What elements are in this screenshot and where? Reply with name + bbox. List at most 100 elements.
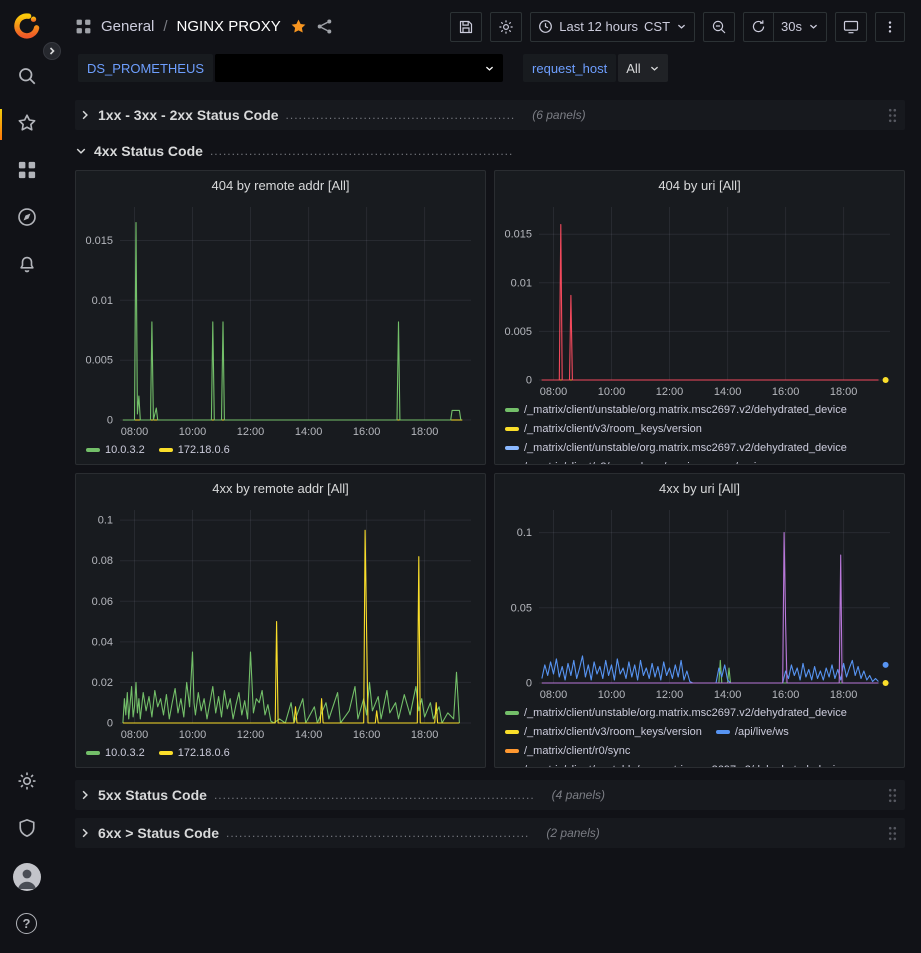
svg-text:12:00: 12:00 xyxy=(237,426,265,438)
legend-label: /_matrix/client/unstable/org.matrix.msc2… xyxy=(524,707,847,719)
legend-item[interactable]: 10.0.3.2 xyxy=(86,745,145,761)
row-panel-count: (2 panels) xyxy=(546,826,599,840)
timeseries-chart[interactable]: 00.0050.010.01508:0010:0012:0014:0016:00… xyxy=(495,199,904,400)
help-icon: ? xyxy=(16,913,37,934)
chart-svg: 00.0050.010.01508:0010:0012:0014:0016:00… xyxy=(76,199,485,440)
legend-item[interactable]: /api/live/ws xyxy=(716,724,789,740)
sidebar-item-dashboards[interactable] xyxy=(0,148,53,195)
chevron-right-icon xyxy=(48,47,56,55)
timeseries-chart[interactable]: 00.050.108:0010:0012:0014:0016:0018:00 xyxy=(495,502,904,703)
svg-text:14:00: 14:00 xyxy=(295,426,323,438)
datasource-select[interactable] xyxy=(215,54,503,82)
row-drag-handle[interactable] xyxy=(888,108,897,123)
tv-mode-button[interactable] xyxy=(835,12,867,42)
sidebar-item-alerting[interactable] xyxy=(0,242,53,289)
refresh-interval-picker[interactable]: 30s xyxy=(774,12,827,42)
chevron-down-icon xyxy=(808,21,819,32)
legend-label: /_matrix/client/r0/sync xyxy=(524,745,630,757)
breadcrumb-separator: / xyxy=(163,18,167,35)
more-options-button[interactable] xyxy=(875,12,905,42)
legend-label: /_matrix/client/unstable/org.matrix.msc2… xyxy=(524,404,847,416)
panel-legend: 10.0.3.2 172.18.0.6 xyxy=(76,440,485,464)
breadcrumb-dashboard-title[interactable]: NGINX PROXY xyxy=(177,18,281,35)
legend-item[interactable]: /_matrix/client/unstable/org.matrix.msc2… xyxy=(505,440,847,456)
panel-title[interactable]: 404 by uri [All] xyxy=(495,171,904,199)
legend-label: /_matrix/client/v3/room_keys/version xyxy=(524,726,702,738)
row-4xx-status-code[interactable]: 4xx Status Code ........................… xyxy=(75,138,905,164)
svg-text:0: 0 xyxy=(526,375,532,387)
svg-text:0: 0 xyxy=(107,718,113,730)
dashboard-toolbar: General / NGINX PROXY Last 12 hours CST xyxy=(53,0,921,53)
row-drag-handle[interactable] xyxy=(888,788,897,803)
legend-item[interactable]: 172.18.0.6 xyxy=(159,745,230,761)
legend-label: /api/live/ws xyxy=(735,726,789,738)
legend-item[interactable]: /_matrix/client/v3/room_keys/version xyxy=(505,421,702,437)
grafana-flame-icon xyxy=(13,12,41,40)
legend-item[interactable]: 172.18.0.6 xyxy=(159,442,230,458)
time-range-picker[interactable]: Last 12 hours CST xyxy=(530,12,695,42)
sidebar-item-help[interactable]: ? xyxy=(0,900,53,947)
chart-svg: 00.020.040.060.080.108:0010:0012:0014:00… xyxy=(76,502,485,743)
legend-label: /_matrix/client/v3/room_keys/version xyxy=(524,461,702,464)
row-title: 4xx Status Code xyxy=(94,143,203,159)
row-5xx-status-code[interactable]: 5xx Status Code ........................… xyxy=(75,780,905,810)
legend-item[interactable]: /_matrix/client/v3/room_keys/version xyxy=(505,459,702,464)
bell-icon xyxy=(17,254,37,277)
panel-title-text: 404 by uri [All] xyxy=(658,178,740,193)
panel-grid: 404 by remote addr [All] 00.0050.010.015… xyxy=(75,170,905,768)
sidebar-item-starred[interactable] xyxy=(0,101,53,148)
search-icon xyxy=(17,66,37,89)
row-dots: ........................................… xyxy=(226,826,529,840)
svg-text:08:00: 08:00 xyxy=(121,729,149,741)
sidebar-item-explore[interactable] xyxy=(0,195,53,242)
panel-title[interactable]: 404 by remote addr [All] xyxy=(76,171,485,199)
sidebar-item-server-admin[interactable] xyxy=(0,806,53,853)
chevron-right-icon xyxy=(79,789,91,801)
time-range-label: Last 12 hours xyxy=(559,19,638,34)
svg-text:10:00: 10:00 xyxy=(179,426,207,438)
legend-item[interactable]: /_matrix/client/v3/room_keys/version xyxy=(505,724,702,740)
row-drag-handle[interactable] xyxy=(888,826,897,841)
chevron-right-icon xyxy=(79,827,91,839)
svg-text:0.01: 0.01 xyxy=(511,277,532,289)
row-6xx-status-code[interactable]: 6xx > Status Code ......................… xyxy=(75,818,905,848)
sidebar-expand-button[interactable] xyxy=(43,42,61,60)
sidebar-item-search[interactable] xyxy=(0,54,53,101)
clock-icon xyxy=(538,19,553,34)
legend-item[interactable]: /sw.js xyxy=(716,459,762,464)
share-icon[interactable] xyxy=(316,18,333,35)
row-1xx-3xx-2xx-status-code[interactable]: 1xx - 3xx - 2xx Status Code ............… xyxy=(75,100,905,130)
panel-404-by-remote-addr: 404 by remote addr [All] 00.0050.010.015… xyxy=(75,170,486,465)
sidebar-item-configuration[interactable] xyxy=(0,759,53,806)
legend-item[interactable]: 10.0.3.2 xyxy=(86,442,145,458)
sidebar-item-profile[interactable] xyxy=(0,853,53,900)
dashboard-body: 1xx - 3xx - 2xx Status Code ............… xyxy=(53,92,921,953)
refresh-icon xyxy=(751,19,766,34)
svg-text:10:00: 10:00 xyxy=(598,689,626,701)
svg-text:12:00: 12:00 xyxy=(656,689,684,701)
refresh-button[interactable] xyxy=(743,12,774,42)
favorite-star-icon[interactable] xyxy=(290,18,307,35)
dashboards-grid-icon xyxy=(17,160,37,183)
panel-title[interactable]: 4xx by uri [All] xyxy=(495,474,904,502)
toolbar-actions: Last 12 hours CST 30s xyxy=(450,12,905,42)
breadcrumb-folder[interactable]: General xyxy=(101,18,154,35)
svg-text:08:00: 08:00 xyxy=(540,689,568,701)
monitor-icon xyxy=(843,19,859,35)
grafana-logo[interactable] xyxy=(13,12,41,40)
request-host-select[interactable]: All xyxy=(618,54,667,82)
timeseries-chart[interactable]: 00.0050.010.01508:0010:0012:0014:0016:00… xyxy=(76,199,485,440)
svg-text:16:00: 16:00 xyxy=(353,729,381,741)
panel-title[interactable]: 4xx by remote addr [All] xyxy=(76,474,485,502)
legend-item[interactable]: /_matrix/client/r0/sync xyxy=(505,743,630,759)
main-area: General / NGINX PROXY Last 12 hours CST xyxy=(53,0,921,953)
legend-label: 10.0.3.2 xyxy=(105,444,145,456)
legend-item[interactable]: /_matrix/client/unstable/org.matrix.msc2… xyxy=(505,402,847,418)
timeseries-chart[interactable]: 00.020.040.060.080.108:0010:0012:0014:00… xyxy=(76,502,485,743)
legend-item[interactable]: /_matrix/client/unstable/org.matrix.msc2… xyxy=(505,705,847,721)
save-dashboard-button[interactable] xyxy=(450,12,482,42)
svg-text:0: 0 xyxy=(107,415,113,427)
legend-item[interactable]: /_matrix/client/unstable/org.matrix.msc2… xyxy=(505,762,847,767)
zoom-out-button[interactable] xyxy=(703,12,735,42)
dashboard-settings-button[interactable] xyxy=(490,12,522,42)
